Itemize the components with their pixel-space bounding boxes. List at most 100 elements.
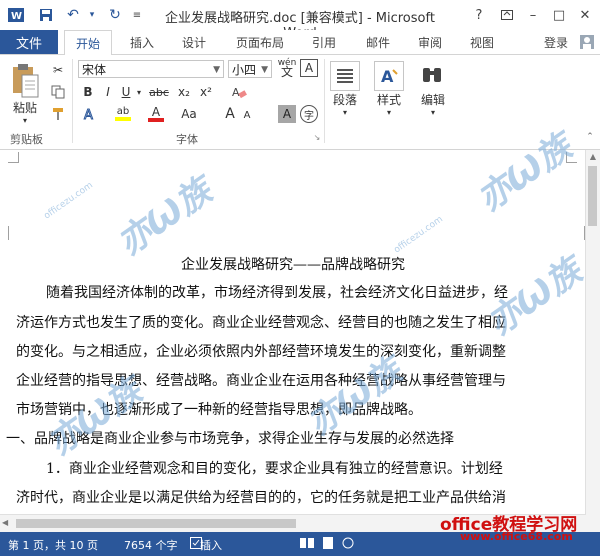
tab-mailings[interactable]: 邮件 [356,30,400,54]
tab-design[interactable]: 设计 [172,30,216,54]
redo-icon[interactable]: ↻ [104,5,126,25]
shrink-font-button[interactable]: A [240,107,254,123]
user-icon[interactable] [578,30,596,54]
word-app-icon[interactable]: W [6,5,26,25]
editing-dropdown-icon[interactable]: ▾ [428,107,438,117]
undo-dropdown-icon[interactable]: ▾ [86,5,98,25]
crop-mark [8,226,19,240]
enclose-char-button[interactable]: 字 [300,105,318,123]
document-title: 企业发展战略研究——品牌战略研究 [181,257,405,273]
editing-button[interactable]: 编辑 [414,91,452,107]
italic-button[interactable]: I [100,83,116,101]
svg-text:A: A [232,86,240,99]
undo-icon[interactable]: ↶ [62,5,84,25]
vertical-scrollbar[interactable]: ▲ [585,150,600,532]
ribbon-tab-bar: 文件 开始 插入 设计 页面布局 引用 邮件 审阅 视图 登录 [0,30,600,56]
restore-button[interactable]: □ [546,3,572,27]
crop-mark [8,152,19,163]
watermark-logo: 亦Ѡ族 [110,170,220,264]
styles-icon[interactable]: A [374,61,404,91]
crop-mark [574,226,585,240]
tab-view[interactable]: 视图 [460,30,504,54]
phonetic-guide-char: 文 [280,65,293,79]
tab-file[interactable]: 文件 [0,30,58,54]
font-color-label: A [151,104,161,119]
document-area: 企业发展战略研究——品牌战略研究 随着我国经济体制的改革，市场经济得到发展，社会… [0,127,600,532]
paragraph-line: 1．商业企业经营观念和目的变化，要求企业具有独立的经营意识。计划经 [46,461,503,477]
section-heading: 一、品牌战略是商业企业参与市场竞争，求得企业生存与发展的必然选择 [6,431,454,447]
strikethrough-button[interactable]: abc [146,83,172,101]
binoculars-icon[interactable] [418,61,446,89]
horizontal-scroll-thumb[interactable] [16,519,296,528]
paragraph-line: 随着我国经济体制的改革，市场经济得到发展，社会经济文化日益进步，经 [46,285,508,301]
site-url: www.office68.com [460,530,573,543]
font-color-button[interactable]: A [144,105,168,123]
paragraph-line: 济时代，商业企业是以满足供给为经营目的的，它的任务就是把工业产品供给消 [16,490,506,506]
close-button[interactable]: ✕ [572,3,598,27]
copy-icon[interactable] [48,83,68,101]
tab-home[interactable]: 开始 [64,30,112,56]
styles-button[interactable]: 样式 [370,91,408,107]
subscript-button[interactable]: x₂ [174,83,194,101]
font-size-value: 小四 [232,63,257,77]
word-count[interactable]: 7654 个字 [124,537,178,553]
phonetic-guide-button[interactable]: wén 文 [276,57,298,79]
help-button[interactable]: ? [466,3,492,27]
scroll-up-icon[interactable]: ▲ [588,152,598,162]
read-mode-icon[interactable] [300,537,314,552]
tab-references[interactable]: 引用 [302,30,346,54]
font-size-select[interactable]: 小四 ▼ [228,60,272,78]
vertical-scroll-thumb[interactable] [588,166,597,226]
ribbon-display-button[interactable] [494,3,520,27]
page-count[interactable]: 第 1 页，共 10 页 [8,537,98,553]
collapse-ribbon-icon[interactable]: ⌃ [584,131,596,143]
paste-button[interactable]: 粘贴 [6,99,44,115]
print-layout-icon[interactable] [322,537,334,552]
clipboard-group-label: 剪贴板 [10,133,43,146]
login-link[interactable]: 登录 [538,30,574,54]
tab-insert[interactable]: 插入 [122,30,162,54]
highlight-button[interactable]: ab [110,105,136,123]
font-name-value: 宋体 [82,63,107,77]
title-bar: W ↶ ▾ ↻ ≡ 企业发展战略研究.doc [兼容模式] - Microsof… [0,0,600,41]
crop-mark [566,152,577,163]
chevron-down-icon: ▼ [261,65,268,75]
text-effects-icon[interactable]: A [78,105,102,123]
paste-dropdown-icon[interactable]: ▾ [20,115,30,125]
watermark-text: officezu.com [42,180,95,222]
bold-button[interactable]: B [80,83,96,101]
format-painter-icon[interactable] [48,105,68,123]
char-shading-button[interactable]: A [278,105,296,123]
document-page[interactable]: 企业发展战略研究——品牌战略研究 随着我国经济体制的改革，市场经济得到发展，社会… [0,127,589,532]
styles-dropdown-icon[interactable]: ▾ [384,107,394,117]
superscript-button[interactable]: x² [196,83,216,101]
font-name-select[interactable]: 宋体 ▼ [78,60,224,78]
paragraph-icon[interactable] [330,61,360,91]
scroll-left-icon[interactable]: ◀ [2,518,12,528]
tab-layout[interactable]: 页面布局 [226,30,294,54]
font-dialog-launcher-icon[interactable]: ↘ [312,131,322,143]
divider [324,59,325,143]
web-layout-icon[interactable] [342,537,354,552]
clear-formatting-icon[interactable]: A [228,83,250,101]
cut-icon[interactable]: ✂ [48,61,68,79]
paragraph-dropdown-icon[interactable]: ▾ [340,107,350,117]
svg-text:A: A [84,108,93,122]
minimize-button[interactable]: – [520,3,546,27]
grow-font-button[interactable]: A [222,105,238,123]
highlight-label: ab [116,106,130,117]
font-color-swatch [148,117,164,122]
change-case-button[interactable]: Aa [176,105,202,123]
customize-toolbar-icon[interactable]: ≡ [130,5,144,25]
char-border-button[interactable]: A [300,59,318,77]
paragraph-line: 济运作方式也发生了质的变化。商业企业经营观念、经营目的也随之发生了相应 [16,315,506,331]
highlight-color-swatch [115,117,131,121]
paste-icon[interactable] [8,61,42,101]
insert-mode[interactable]: 插入 [200,537,222,553]
underline-button[interactable]: U [118,83,134,101]
tab-review[interactable]: 审阅 [408,30,452,54]
divider [72,59,73,143]
save-icon[interactable] [36,5,56,25]
paragraph-button[interactable]: 段落 [326,91,364,107]
underline-dropdown-icon[interactable]: ▾ [134,83,144,101]
